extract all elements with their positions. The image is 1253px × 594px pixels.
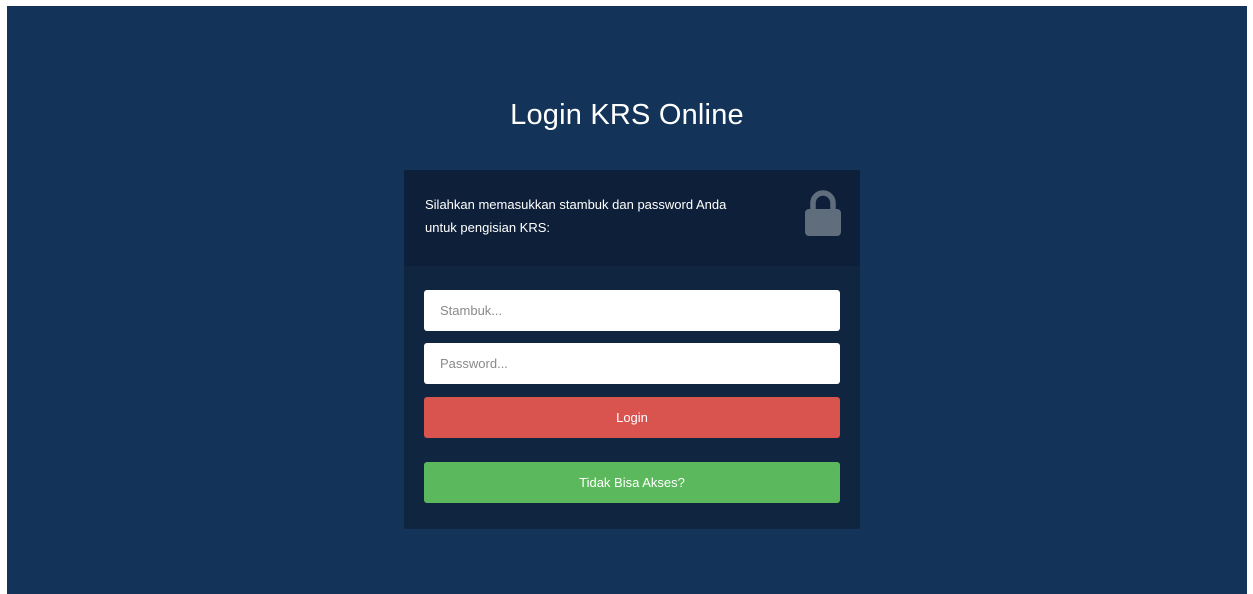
lock-icon — [805, 190, 841, 236]
password-input[interactable] — [424, 343, 840, 384]
page-title: Login KRS Online — [510, 99, 744, 131]
page-background: Login KRS Online Silahkan memasukkan sta… — [7, 6, 1247, 594]
stambuk-input[interactable] — [424, 290, 840, 331]
login-instructions-line1: Silahkan memasukkan stambuk dan password… — [425, 197, 727, 212]
login-form: Login Tidak Bisa Akses? — [404, 266, 860, 503]
login-instructions-line2: untuk pengisian KRS: — [425, 220, 551, 235]
login-card: Silahkan memasukkan stambuk dan password… — [404, 170, 860, 529]
login-button[interactable]: Login — [424, 397, 840, 438]
login-instructions: Silahkan memasukkan stambuk dan password… — [425, 193, 755, 239]
cannot-access-button[interactable]: Tidak Bisa Akses? — [424, 462, 840, 503]
login-card-header: Silahkan memasukkan stambuk dan password… — [404, 170, 860, 266]
